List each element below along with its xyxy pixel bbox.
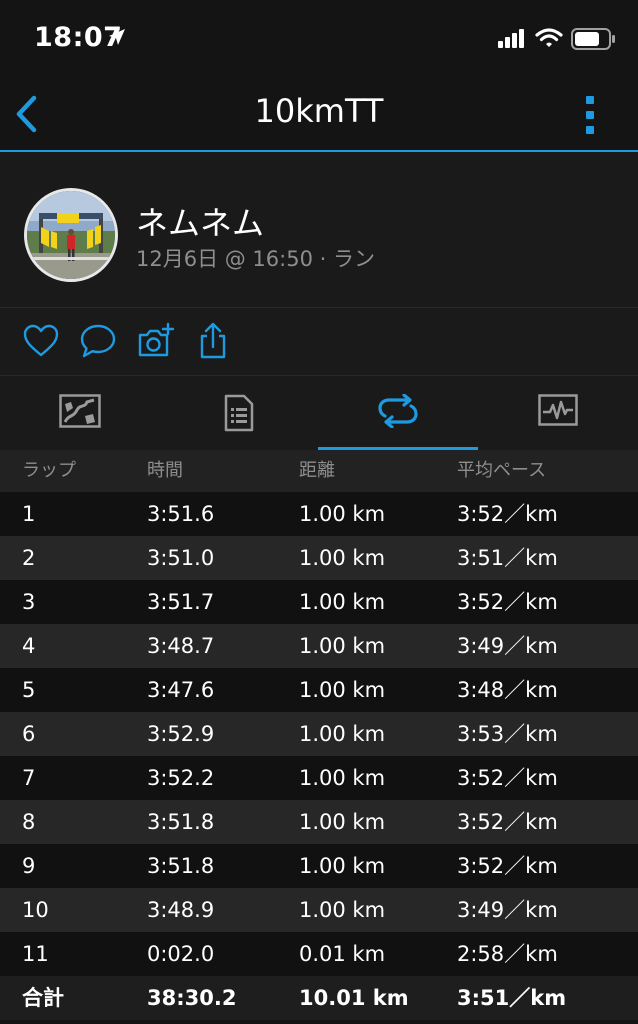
tab-charts[interactable] xyxy=(478,376,638,450)
lap-time: 3:51.0 xyxy=(147,546,215,570)
cellular-signal-icon xyxy=(498,29,524,48)
table-row[interactable]: 5 3:47.6 1.00 km 3:48／km xyxy=(0,668,638,712)
header-time: 時間 xyxy=(147,460,183,481)
header-lap: ラップ xyxy=(22,460,76,481)
lap-number: 6 xyxy=(22,722,36,746)
table-row[interactable]: 11 0:02.0 0.01 km 2:58／km xyxy=(0,932,638,976)
lap-number: 5 xyxy=(22,678,36,702)
lap-time: 3:52.9 xyxy=(147,722,215,746)
lap-avg-pace: 3:48／km xyxy=(457,678,558,702)
more-options-button[interactable] xyxy=(580,94,600,136)
avatar[interactable] xyxy=(24,188,118,282)
table-row[interactable]: 4 3:48.7 1.00 km 3:49／km xyxy=(0,624,638,668)
activity-actions xyxy=(0,308,638,376)
avatar-photo xyxy=(27,191,115,279)
chart-activity-icon xyxy=(538,394,578,426)
user-name[interactable]: ネムネム xyxy=(136,198,264,244)
lap-distance: 1.00 km xyxy=(299,854,386,878)
lap-avg-pace: 3:52／km xyxy=(457,810,558,834)
lap-distance: 1.00 km xyxy=(299,898,386,922)
lap-distance: 1.00 km xyxy=(299,634,386,658)
activity-meta: 12月6日 @ 16:50 · ラン xyxy=(136,247,375,271)
activity-tabs xyxy=(0,376,638,450)
lap-avg-pace: 3:49／km xyxy=(457,898,558,922)
laps-table: ラップ 時間 距離 平均ペース 1 3:51.6 1.00 km 3:52／km 2 3:… xyxy=(0,450,638,1020)
lap-number: 4 xyxy=(22,634,36,658)
lap-avg-pace: 3:52／km xyxy=(457,590,558,614)
lap-number: 2 xyxy=(22,546,36,570)
total-label: 合計 xyxy=(22,986,64,1010)
lap-avg-pace: 2:58／km xyxy=(457,942,558,966)
like-heart-icon[interactable] xyxy=(22,322,60,360)
lap-time: 3:51.8 xyxy=(147,854,215,878)
lap-distance: 1.00 km xyxy=(299,502,386,526)
lap-number: 9 xyxy=(22,854,36,878)
lap-time: 3:48.9 xyxy=(147,898,215,922)
header-avg-pace: 平均ペース xyxy=(457,460,547,481)
total-avg-pace: 3:51／km xyxy=(457,986,567,1010)
lap-number: 11 xyxy=(22,942,49,966)
navigation-bar: 10kmTT xyxy=(0,78,638,152)
map-icon xyxy=(58,394,101,428)
lap-avg-pace: 3:53／km xyxy=(457,722,558,746)
laps-repeat-icon xyxy=(378,394,418,428)
lap-avg-pace: 3:51／km xyxy=(457,546,558,570)
location-arrow-icon xyxy=(109,29,125,45)
lap-time: 3:51.8 xyxy=(147,810,215,834)
lap-distance: 1.00 km xyxy=(299,590,386,614)
lap-avg-pace: 3:52／km xyxy=(457,854,558,878)
page-title: 10kmTT xyxy=(254,92,384,130)
table-header: ラップ 時間 距離 平均ペース xyxy=(0,450,638,492)
lap-number: 1 xyxy=(22,502,36,526)
details-document-icon xyxy=(224,394,253,432)
activity-owner-header: ネムネム 12月6日 @ 16:50 · ラン xyxy=(0,152,638,308)
lap-avg-pace: 3:52／km xyxy=(457,502,558,526)
lap-avg-pace: 3:52／km xyxy=(457,766,558,790)
lap-distance: 1.00 km xyxy=(299,722,386,746)
share-icon[interactable] xyxy=(194,322,232,360)
more-vertical-icon xyxy=(586,96,594,134)
lap-time: 3:51.7 xyxy=(147,590,215,614)
table-row[interactable]: 9 3:51.8 1.00 km 3:52／km xyxy=(0,844,638,888)
total-time: 38:30.2 xyxy=(147,986,237,1010)
table-row[interactable]: 8 3:51.8 1.00 km 3:52／km xyxy=(0,800,638,844)
table-row[interactable]: 10 3:48.9 1.00 km 3:49／km xyxy=(0,888,638,932)
battery-icon xyxy=(571,28,615,50)
lap-time: 3:51.6 xyxy=(147,502,215,526)
wifi-icon xyxy=(535,28,563,47)
lap-distance: 1.00 km xyxy=(299,810,386,834)
tab-laps[interactable] xyxy=(318,376,478,450)
table-total-row: 合計 38:30.2 10.01 km 3:51／km xyxy=(0,976,638,1020)
lap-number: 7 xyxy=(22,766,36,790)
lap-number: 3 xyxy=(22,590,36,614)
tab-details[interactable] xyxy=(159,376,318,450)
lap-distance: 1.00 km xyxy=(299,766,386,790)
status-bar: 18:07 xyxy=(0,0,638,78)
comment-bubble-icon[interactable] xyxy=(79,322,117,360)
lap-number: 8 xyxy=(22,810,36,834)
lap-distance: 0.01 km xyxy=(299,942,386,966)
lap-distance: 1.00 km xyxy=(299,546,386,570)
header-distance: 距離 xyxy=(299,460,335,481)
table-row[interactable]: 3 3:51.7 1.00 km 3:52／km xyxy=(0,580,638,624)
table-row[interactable]: 6 3:52.9 1.00 km 3:53／km xyxy=(0,712,638,756)
lap-time: 3:52.2 xyxy=(147,766,215,790)
total-distance: 10.01 km xyxy=(299,986,409,1010)
lap-time: 0:02.0 xyxy=(147,942,215,966)
lap-time: 3:48.7 xyxy=(147,634,215,658)
lap-distance: 1.00 km xyxy=(299,678,386,702)
lap-time: 3:47.6 xyxy=(147,678,215,702)
table-row[interactable]: 7 3:52.2 1.00 km 3:52／km xyxy=(0,756,638,800)
lap-number: 10 xyxy=(22,898,49,922)
lap-avg-pace: 3:49／km xyxy=(457,634,558,658)
add-photo-camera-icon[interactable] xyxy=(137,322,175,360)
table-row[interactable]: 2 3:51.0 1.00 km 3:51／km xyxy=(0,536,638,580)
table-row[interactable]: 1 3:51.6 1.00 km 3:52／km xyxy=(0,492,638,536)
tab-map[interactable] xyxy=(0,376,159,450)
